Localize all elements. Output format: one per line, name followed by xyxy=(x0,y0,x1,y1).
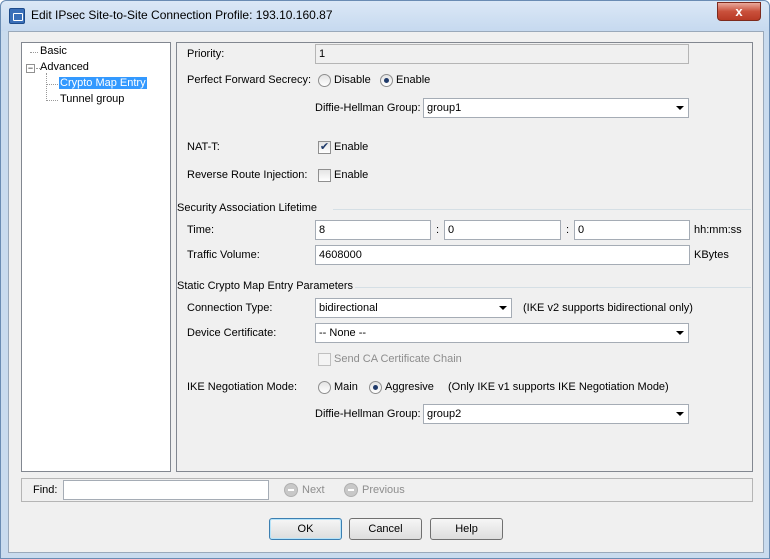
tree-connector xyxy=(46,100,58,101)
previous-button[interactable]: Previous xyxy=(362,484,405,496)
time-separator: : xyxy=(436,224,440,236)
pfs-dh-group-value: group1 xyxy=(427,102,462,114)
sa-lifetime-section-title: Security Association Lifetime xyxy=(177,202,318,214)
check-icon: ✔ xyxy=(319,141,330,153)
minus-icon: − xyxy=(27,63,34,73)
close-button[interactable]: x xyxy=(717,2,761,21)
device-certificate-label: Device Certificate: xyxy=(187,327,277,339)
pfs-disable-radio[interactable] xyxy=(318,74,331,87)
traffic-volume-unit: KBytes xyxy=(694,249,729,261)
tree-connector xyxy=(30,52,38,53)
find-bar: Find: Next Previous xyxy=(21,478,753,502)
app-icon xyxy=(9,8,25,24)
chevron-down-icon xyxy=(499,306,507,310)
title-bar[interactable]: Edit IPsec Site-to-Site Connection Profi… xyxy=(1,1,769,31)
natt-label: NAT-T: xyxy=(187,141,220,153)
collapse-icon[interactable]: − xyxy=(26,64,35,73)
connection-type-label: Connection Type: xyxy=(187,302,273,314)
traffic-volume-label: Traffic Volume: xyxy=(187,249,260,261)
next-icon[interactable] xyxy=(284,483,298,497)
priority-field[interactable]: 1 xyxy=(315,44,689,64)
time-minutes-input[interactable]: 0 xyxy=(444,220,561,240)
tree-item-basic[interactable]: Basic xyxy=(40,45,67,57)
send-ca-chain-label: Send CA Certificate Chain xyxy=(334,353,462,365)
navigation-tree: Basic − Advanced Crypto Map Entry Tunnel… xyxy=(21,42,171,472)
ok-button[interactable]: OK xyxy=(269,518,342,540)
time-separator: : xyxy=(566,224,570,236)
tree-item-tunnel-group[interactable]: Tunnel group xyxy=(60,93,124,105)
chevron-down-icon xyxy=(676,106,684,110)
connection-type-select[interactable]: bidirectional xyxy=(315,298,512,318)
find-input[interactable] xyxy=(63,480,269,500)
send-ca-chain-checkbox[interactable] xyxy=(318,353,331,366)
ike-dh-group-select[interactable]: group2 xyxy=(423,404,689,424)
connection-type-value: bidirectional xyxy=(319,302,378,314)
ike-mode-label: IKE Negotiation Mode: xyxy=(187,381,298,393)
pfs-disable-label: Disable xyxy=(334,74,371,86)
dialog-body: Basic − Advanced Crypto Map Entry Tunnel… xyxy=(8,31,764,553)
tree-connector xyxy=(46,73,47,101)
time-label: Time: xyxy=(187,224,215,236)
ike-main-label: Main xyxy=(334,381,358,393)
device-certificate-select[interactable]: -- None -- xyxy=(315,323,689,343)
ike-mode-note: (Only IKE v1 supports IKE Negotiation Mo… xyxy=(448,381,669,393)
close-icon: x xyxy=(735,4,743,19)
ike-main-radio[interactable] xyxy=(318,381,331,394)
pfs-dh-group-label: Diffie-Hellman Group: xyxy=(315,102,421,114)
rri-label: Reverse Route Injection: xyxy=(187,169,308,181)
connection-type-note: (IKE v2 supports bidirectional only) xyxy=(523,302,693,314)
ike-aggressive-label: Aggresive xyxy=(385,381,434,393)
crypto-map-panel: Priority: 1 Perfect Forward Secrecy: Dis… xyxy=(176,42,753,472)
chevron-down-icon xyxy=(676,331,684,335)
next-button[interactable]: Next xyxy=(302,484,325,496)
traffic-volume-input[interactable]: 4608000 xyxy=(315,245,690,265)
pfs-label: Perfect Forward Secrecy: xyxy=(187,74,312,86)
time-seconds-input[interactable]: 0 xyxy=(574,220,690,240)
pfs-enable-radio[interactable] xyxy=(380,74,393,87)
section-divider xyxy=(333,209,751,210)
previous-icon[interactable] xyxy=(344,483,358,497)
device-certificate-value: -- None -- xyxy=(319,327,367,339)
natt-enable-label: Enable xyxy=(334,141,369,153)
rri-enable-label: Enable xyxy=(334,169,369,181)
ike-dh-group-label: Diffie-Hellman Group: xyxy=(315,408,421,420)
natt-enable-checkbox[interactable]: ✔ xyxy=(318,141,331,154)
time-hours-input[interactable]: 8 xyxy=(315,220,431,240)
chevron-down-icon xyxy=(676,412,684,416)
ike-aggressive-radio[interactable] xyxy=(369,381,382,394)
priority-label: Priority: xyxy=(187,48,225,60)
section-divider xyxy=(355,287,751,288)
cancel-button[interactable]: Cancel xyxy=(349,518,422,540)
rri-enable-checkbox[interactable] xyxy=(318,169,331,182)
tree-connector xyxy=(46,84,58,85)
ike-dh-group-value: group2 xyxy=(427,408,462,420)
help-button[interactable]: Help xyxy=(430,518,503,540)
time-unit: hh:mm:ss xyxy=(694,224,742,236)
tree-item-crypto-map-entry[interactable]: Crypto Map Entry xyxy=(59,77,147,89)
window-title: Edit IPsec Site-to-Site Connection Profi… xyxy=(31,8,333,22)
tree-item-advanced[interactable]: Advanced xyxy=(40,61,89,73)
pfs-enable-label: Enable xyxy=(396,74,431,86)
dialog-window: Edit IPsec Site-to-Site Connection Profi… xyxy=(0,0,770,559)
pfs-dh-group-select[interactable]: group1 xyxy=(423,98,689,118)
static-crypto-section-title: Static Crypto Map Entry Parameters xyxy=(177,280,354,292)
find-label: Find: xyxy=(33,484,58,496)
